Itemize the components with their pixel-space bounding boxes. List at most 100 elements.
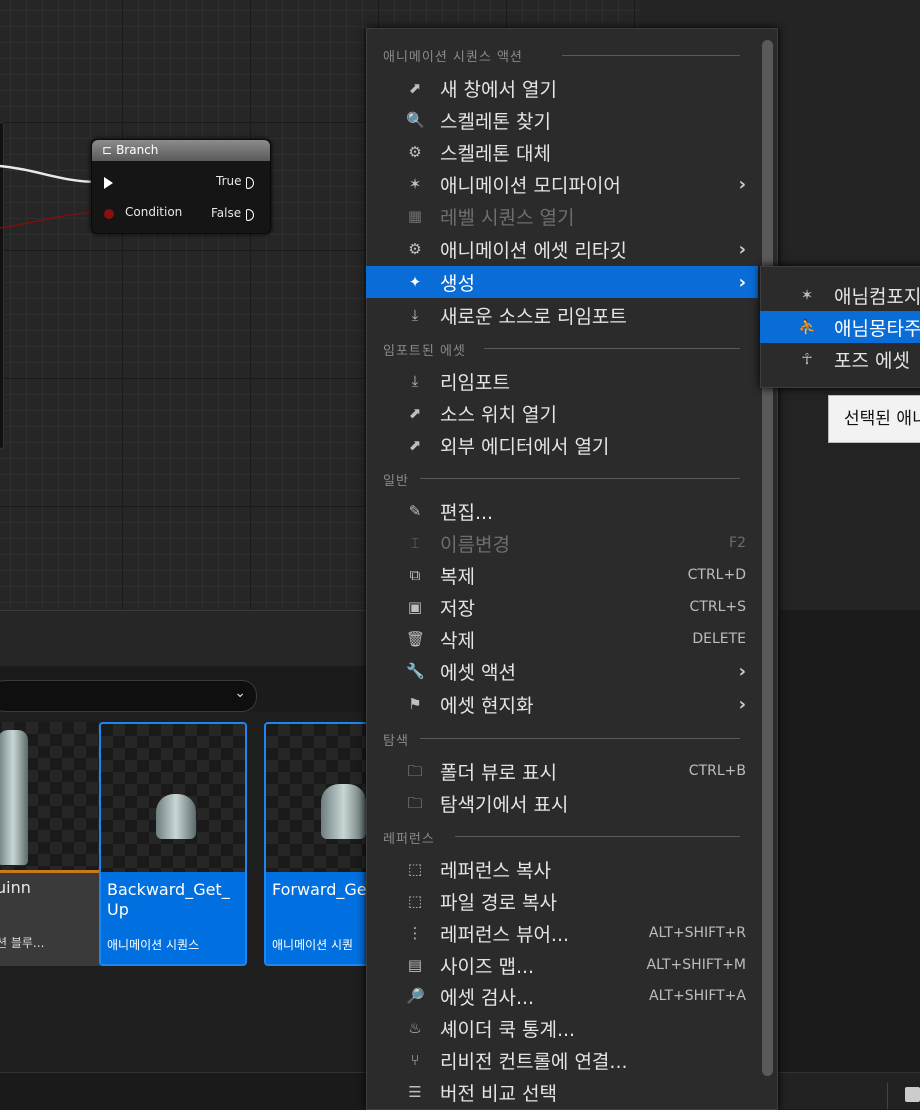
section-divider (455, 836, 740, 837)
menu-item-reference-viewer[interactable]: ⋮ 레퍼런스 뷰어... ALT+SHIFT+R (366, 917, 758, 949)
submenu-item-anim-composite[interactable]: ✶ 애님컴포지 (760, 279, 920, 311)
menu-item-diff-select[interactable]: ☰ 버전 비교 선택 (366, 1076, 758, 1108)
status-bar-right (775, 1072, 920, 1109)
replace-skeleton-icon: ⚙ (408, 143, 422, 161)
menu-item-save[interactable]: ▣ 저장 CTRL+S (366, 591, 758, 623)
asset-tile-selected[interactable]: Backward_Get_ Up 애니메이션 시퀀스 (99, 722, 247, 966)
menu-item-show-in-folder-view[interactable]: 🗀 폴더 뷰로 표시 CTRL+B (366, 755, 758, 787)
shader-cook-icon: ♨ (408, 1019, 422, 1037)
wrench-icon: 🔧 (406, 662, 425, 680)
shortcut-label: CTRL+B (688, 763, 746, 779)
condition-pin[interactable] (104, 206, 114, 220)
character-figure (156, 794, 196, 839)
menu-item-open-source-location[interactable]: ⬈ 소스 위치 열기 (366, 397, 758, 429)
shortcut-label: CTRL+S (689, 599, 746, 615)
animation-modifier-icon: ✶ (408, 175, 422, 193)
asset-name: Backward_Get_ Up (107, 880, 230, 919)
asset-thumbnail (101, 724, 245, 872)
false-pin-label: False (211, 206, 242, 220)
diff-icon: ☰ (408, 1083, 422, 1101)
false-exec-pin[interactable] (246, 207, 254, 221)
retarget-icon: ⚙ (408, 240, 422, 258)
section-browse: 탐색 (383, 734, 409, 749)
menu-item-replace-skeleton[interactable]: ⚙ 스켈레톤 대체 (366, 136, 758, 168)
section-divider (420, 738, 740, 739)
menu-item-find-skeleton[interactable]: 🔍 스켈레톤 찾기 (366, 104, 758, 136)
exec-wire (0, 164, 101, 184)
submenu-arrow-icon: › (738, 693, 746, 715)
menu-scrollbar[interactable] (762, 40, 773, 1076)
submenu-arrow-icon: › (738, 271, 746, 293)
pose-asset-icon: ☥ (801, 350, 813, 368)
true-pin-label: True (216, 174, 242, 188)
menu-item-asset-actions[interactable]: 🔧 에셋 액션 › (366, 655, 758, 687)
create-icon: ✦ (408, 273, 422, 291)
reimport-new-source-icon: ⤓ (411, 306, 419, 324)
open-window-icon: ⬈ (408, 79, 422, 97)
character-figure (321, 784, 366, 839)
menu-item-duplicate[interactable]: ⧉ 복제 CTRL+D (366, 559, 758, 591)
filter-dropdown[interactable]: ⌄ (0, 680, 257, 712)
section-references: 레퍼런스 (383, 832, 435, 847)
shortcut-label: ALT+SHIFT+M (646, 957, 746, 973)
true-exec-pin[interactable] (246, 175, 254, 189)
level-sequence-icon: ▦ (407, 207, 423, 225)
revision-control-icon: ⑂ (410, 1051, 420, 1069)
edit-icon: ✎ (408, 502, 422, 520)
chevron-down-icon: ⌄ (234, 685, 246, 701)
menu-item-asset-localization[interactable]: ⚑ 에셋 현지화 › (366, 688, 758, 720)
content-browser-toolbar (0, 610, 370, 666)
delete-icon: 🗑 (406, 630, 426, 648)
open-external-editor-icon: ⬈ (408, 436, 422, 454)
shortcut-label: DELETE (692, 631, 746, 647)
save-icon: ▣ (407, 598, 423, 616)
menu-item-shader-cook-stats[interactable]: ♨ 셰이더 쿡 통계... (366, 1012, 758, 1044)
menu-item-size-map[interactable]: ▤ 사이즈 맵... ALT+SHIFT+M (366, 949, 758, 981)
copy-reference-icon: ⬚ (407, 860, 423, 878)
anim-composite-icon: ✶ (800, 286, 814, 304)
menu-item-copy-file-path[interactable]: ⬚ 파일 경로 복사 (366, 885, 758, 917)
menu-item-open-new-window[interactable]: ⬈ 새 창에서 열기 (366, 72, 758, 104)
flag-icon: ⚑ (408, 695, 422, 713)
menu-item-reimport-new-source[interactable]: ⤓ 새로운 소스로 리임포트 (366, 299, 758, 331)
menu-item-copy-reference[interactable]: ⬚ 레퍼런스 복사 (366, 853, 758, 885)
menu-item-connect-revision-control[interactable]: ⑂ 리비전 컨트롤에 연결... (366, 1044, 758, 1076)
show-in-explorer-icon: 🗀 (407, 794, 423, 812)
section-divider (484, 348, 740, 349)
duplicate-icon: ⧉ (409, 566, 421, 584)
menu-item-open-external-editor[interactable]: ⬈ 외부 에디터에서 열기 (366, 429, 758, 461)
menu-item-open-level-sequence: ▦ 레벨 시퀀스 열기 (407, 206, 575, 229)
menu-item-show-in-explorer[interactable]: 🗀 탐색기에서 표시 (366, 787, 758, 819)
branch-node[interactable]: ⊏ Branch Condition True False (91, 139, 271, 234)
copy-file-path-icon: ⬚ (407, 892, 423, 910)
save-icon[interactable] (905, 1087, 920, 1102)
menu-item-delete[interactable]: 🗑 삭제 DELETE (366, 623, 758, 655)
branch-node-title: Branch (116, 143, 159, 157)
condition-wire (0, 211, 101, 229)
menu-item-edit[interactable]: ✎ 편집... (366, 495, 758, 527)
shortcut-label: ALT+SHIFT+R (648, 925, 746, 941)
menu-item-retarget-animation[interactable]: ⚙ 애니메이션 에셋 리타깃 › (366, 233, 758, 265)
tooltip: 선택된 애니 (828, 395, 920, 443)
asset-type: 션 블루... (0, 936, 45, 950)
menu-item-audit-asset[interactable]: 🔎 에셋 검사... ALT+SHIFT+A (366, 980, 758, 1012)
branch-node-header: ⊏ Branch (92, 140, 270, 161)
menu-item-reimport[interactable]: ⤓ 리임포트 (366, 365, 758, 397)
asset-type: 애니메이션 시퀀 (272, 938, 354, 952)
asset-type: 애니메이션 시퀀스 (107, 938, 200, 952)
submenu-item-pose-asset[interactable]: ☥ 포즈 에셋 (760, 343, 920, 375)
menu-item-create[interactable]: ✦ 생성 › (366, 266, 758, 298)
anim-montage-icon: ⛹ (798, 318, 817, 336)
menu-item-animation-modifier[interactable]: ✶ 애니메이션 모디파이어 › (366, 168, 758, 200)
shortcut-label: F2 (729, 535, 746, 551)
section-imported-asset: 임포트된 에셋 (383, 344, 466, 359)
section-general: 일반 (383, 474, 409, 489)
section-divider (420, 478, 740, 479)
reference-viewer-icon: ⋮ (407, 924, 423, 942)
submenu-item-anim-montage[interactable]: ⛹ 애님몽타주 (760, 311, 920, 343)
condition-pin-label: Condition (125, 205, 183, 219)
submenu-arrow-icon: › (738, 238, 746, 260)
find-skeleton-icon: 🔍 (406, 111, 425, 129)
branch-icon: ⊏ (102, 143, 113, 157)
exec-input-pin[interactable] (104, 175, 113, 189)
